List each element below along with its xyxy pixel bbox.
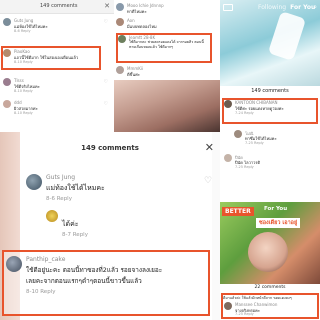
avatar[interactable] xyxy=(6,256,22,272)
close-icon[interactable]: ✕ xyxy=(104,2,110,10)
comments-count: 149 comments xyxy=(40,3,78,9)
comment-meta[interactable]: 7-24 Reply xyxy=(235,111,254,115)
avatar[interactable] xyxy=(224,100,232,108)
comment-meta[interactable]: 7-25 Reply xyxy=(245,141,264,145)
comment-author[interactable]: Guts Jung xyxy=(46,174,75,181)
comment-text: ได้ค่ะ xyxy=(62,220,79,228)
comment-meta[interactable]: 8-6 Reply xyxy=(14,29,31,33)
avatar[interactable] xyxy=(3,78,11,86)
tab-for-you[interactable]: For You xyxy=(264,206,287,212)
comment-item: ddd ผิวสวยมากค่ะ 8-10 Reply ♡ xyxy=(3,100,111,116)
avatar[interactable] xyxy=(224,302,232,310)
avatar[interactable] xyxy=(26,174,42,190)
comment-text-line2: เลยคะจากตอนแรกๆดำๆตอนนี้ขาวขึ้นแล้ว xyxy=(26,277,142,285)
video-frame[interactable]: Following For You ⌕ xyxy=(220,0,320,86)
heart-icon[interactable]: ♡ xyxy=(104,101,108,107)
avatar[interactable] xyxy=(116,18,124,26)
comments-count: 149 comments xyxy=(251,88,289,94)
comment-item: Manssee Chanwimon จางจริงหรอคะ 7-25 Repl… xyxy=(224,302,316,318)
video-panel-3: Following For You ⌕ 149 comments KANTOON … xyxy=(220,0,320,202)
tab-following[interactable]: Following xyxy=(258,4,286,11)
comments-header: 149 comments ✕ xyxy=(0,0,114,14)
comment-item: Mooo Ichie Jdnnnp ทาดีไหมคะ xyxy=(116,3,218,17)
comment-text: ดีขึ้นค่ะ xyxy=(127,72,140,77)
comments-count: 149 comments xyxy=(81,144,139,152)
comment-author[interactable]: Panthip_cake xyxy=(26,256,65,263)
video-panel-5: BETTER For You ซองเดียว เอาอยู่ 22 comme… xyxy=(220,202,320,320)
avatar[interactable] xyxy=(224,154,232,162)
avatar[interactable] xyxy=(116,3,124,11)
comments-count: 22 comments xyxy=(220,284,320,292)
heart-icon[interactable]: ♡ xyxy=(204,176,212,186)
comment-meta[interactable]: 8-10 Reply xyxy=(14,111,33,115)
avatar[interactable] xyxy=(46,210,58,222)
comment-item: Jeamtt 28-8K ใช้ดีมากคะ ช่วยลดรอยแดงได้ … xyxy=(118,35,212,61)
reply-item: ได้ค่ะ 8-7 Reply xyxy=(46,210,216,242)
comment-meta[interactable]: 8-7 Reply xyxy=(62,232,88,238)
comment-meta[interactable]: 8-10 Reply xyxy=(14,60,33,64)
avatar[interactable] xyxy=(3,18,11,26)
avatar[interactable] xyxy=(234,130,242,138)
close-icon[interactable]: ✕ xyxy=(205,141,214,154)
comment-meta[interactable]: 7-25 Reply xyxy=(235,165,254,169)
comment-item: Guts Jung แม่ห้องใช้ได้ไหมคะ 8-6 Reply ♡ xyxy=(3,18,111,34)
comment-text: ดีมาแล้วค่ะ ใช้แล้วผิวหน้าดีจาก รอยแดงลง… xyxy=(223,296,292,300)
avatar[interactable] xyxy=(3,100,11,108)
search-icon[interactable]: ⌕ xyxy=(313,3,317,12)
live-icon[interactable] xyxy=(223,4,233,11)
comments-panel-1: 149 comments ✕ Guts Jung แม่ห้องใช้ได้ไห… xyxy=(0,0,114,132)
comments-header: 149 comments ✕ xyxy=(0,132,220,164)
comment-meta[interactable]: 8-6 Reply xyxy=(46,196,72,202)
comment-text: ใช้ดีมากคะ ช่วยลดรอยแดงได้ จากรอยสิว ตอน… xyxy=(129,40,204,49)
comment-text: แม่ท้องใช้ได้ไหมคะ xyxy=(46,184,105,192)
comment-meta[interactable]: 8-10 Reply xyxy=(26,289,55,295)
comment-item: โม่ณิ ทาซึ่มใช้ได้ไหมคะ 7-25 Reply xyxy=(234,130,318,148)
heart-icon[interactable]: ♡ xyxy=(104,19,108,25)
feed-tabs: Following For You xyxy=(258,4,315,11)
comments-panel-2: Mooo Ichie Jdnnnp ทาดีไหมคะ Aon มีแบบทดล… xyxy=(114,0,220,132)
comment-text: มีแบบทดลองไหม xyxy=(127,24,157,29)
avatar[interactable] xyxy=(3,49,11,57)
product-image xyxy=(267,11,307,61)
comment-item: Tlsss ใช้ดีจริงไหมคะ 8-10 Reply ♡ xyxy=(3,78,111,94)
comment-item: KANTOON CHIBANAN ใช้ดีค่ะ รอยแดงหายดูว่อ… xyxy=(224,100,316,122)
comment-item: Guts Jung แม่ท้องใช้ได้ไหมคะ 8-6 Reply ♡ xyxy=(26,174,216,208)
video-frame[interactable]: BETTER For You ซองเดียว เอาอยู่ xyxy=(220,202,320,284)
brand-badge: BETTER xyxy=(222,207,254,216)
comments-list: KANTOON CHIBANAN ใช้ดีค่ะ รอยแดงหายดูว่อ… xyxy=(220,96,320,202)
video-frame[interactable] xyxy=(114,80,220,132)
comments-panel-4: 149 comments ✕ Guts Jung แม่ท้องใช้ได้ไห… xyxy=(0,132,220,320)
comment-text: ใช้ดีอยู่นะคะ ตอนนี้ทาซองที่2แล้ว รอยจาง… xyxy=(26,266,163,274)
comment-item: MmmKii ดีขึ้นค่ะ xyxy=(116,66,218,78)
comment-meta[interactable]: 8-10 Reply xyxy=(14,89,33,93)
comments-list: ดีมาแล้วค่ะ ใช้แล้วผิวหน้าดีจาก รอยแดงลง… xyxy=(220,292,320,320)
comment-meta[interactable]: 7-25 Reply xyxy=(235,312,254,316)
heart-icon[interactable]: ♡ xyxy=(104,79,108,85)
comment-text: ทาดีไหมคะ xyxy=(127,9,147,14)
comment-item: ปีนัด ปีนัด ไลวาวรดิ 7-25 Reply xyxy=(224,154,316,172)
person-image xyxy=(248,232,288,272)
comment-item: Aon มีแบบทดลองไหม xyxy=(116,18,218,32)
comment-item: PiaoKao แถวนี้ใช้ดีมาก ใช้ในสองเองเดือนแ… xyxy=(3,49,111,67)
comments-list: Mooo Ichie Jdnnnp ทาดีไหมคะ Aon มีแบบทดล… xyxy=(114,0,220,80)
tab-for-you[interactable]: For You xyxy=(290,4,315,11)
avatar[interactable] xyxy=(116,66,124,74)
video-caption: ซองเดียว เอาอยู่ xyxy=(256,218,301,228)
comment-item: Panthip_cake ใช้ดีอยู่นะคะ ตอนนี้ทาซองที… xyxy=(6,256,208,314)
avatar[interactable] xyxy=(118,35,126,43)
